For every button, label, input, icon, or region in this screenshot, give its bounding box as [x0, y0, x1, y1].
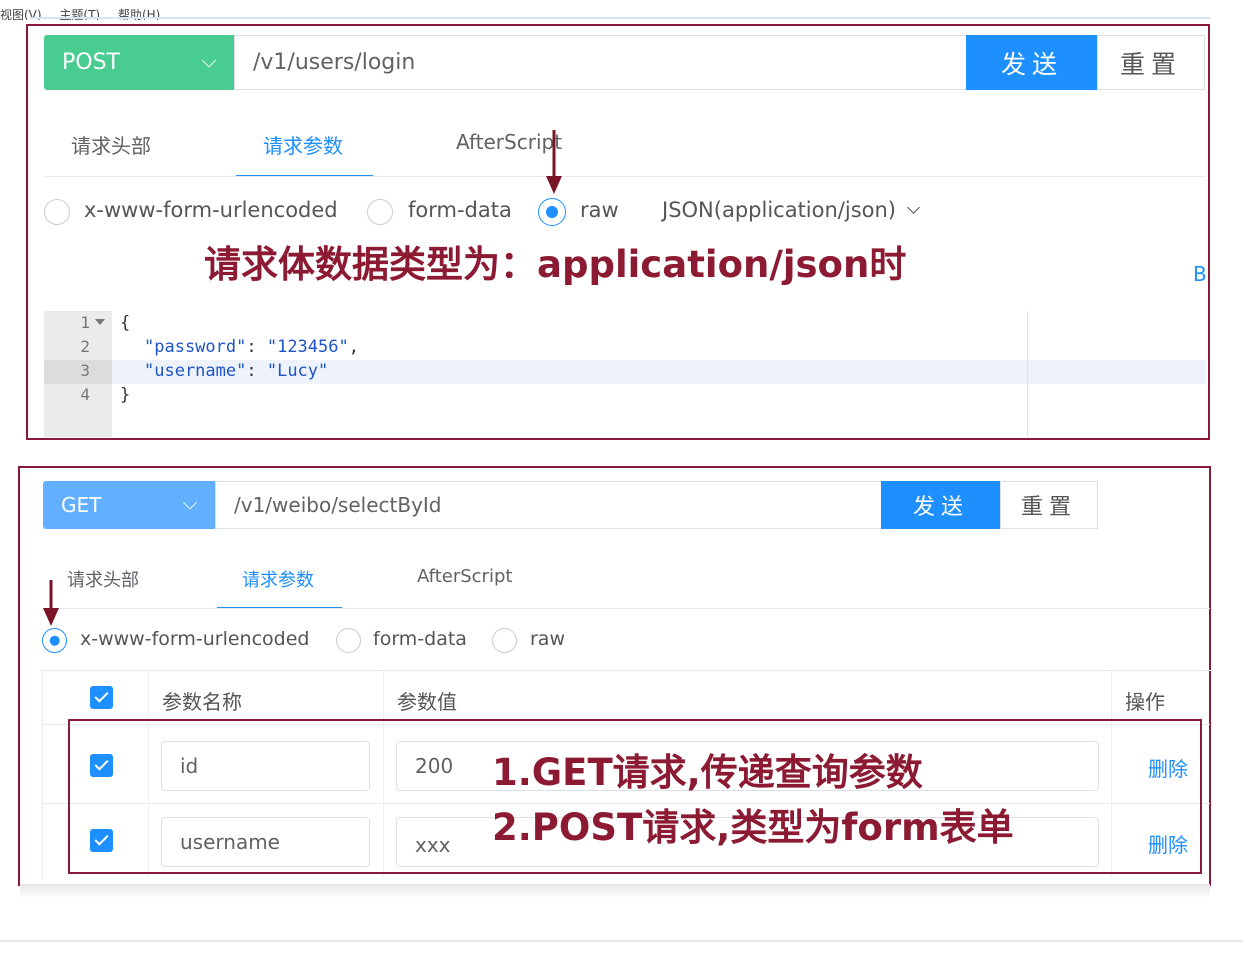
radio-raw[interactable]	[538, 198, 566, 226]
radio-raw[interactable]	[492, 628, 517, 653]
send-button[interactable]: 发送	[966, 35, 1098, 90]
content-type-select[interactable]: JSON(application/json)	[662, 198, 920, 222]
code-close-brace: }	[120, 385, 131, 405]
radio-urlencoded-label: x-www-form-urlencoded	[80, 628, 310, 650]
radio-form-data-label: form-data	[408, 198, 512, 222]
line-number: 3	[80, 361, 90, 380]
tab-request-params[interactable]: 请求参数	[263, 130, 343, 159]
radio-urlencoded[interactable]	[44, 199, 70, 225]
annotation-json: 请求体数据类型为：application/json时	[204, 243, 907, 286]
tab-request-params[interactable]: 请求参数	[242, 566, 314, 592]
method-select-get[interactable]: GET	[43, 481, 215, 529]
radio-raw-label: raw	[580, 198, 619, 222]
method-label: GET	[61, 493, 102, 517]
panel-shadow	[20, 884, 1210, 898]
radio-form-data[interactable]	[336, 628, 361, 653]
radio-form-data[interactable]	[367, 199, 393, 225]
line-number: 1	[80, 313, 90, 332]
annotation-line-1: 1.GET请求,传递查询参数	[492, 751, 923, 794]
method-select-post[interactable]: POST	[44, 35, 234, 90]
line-number: 4	[80, 385, 90, 404]
tabs-divider	[43, 608, 1210, 609]
method-label: POST	[62, 50, 120, 75]
code-value: "123456"	[266, 337, 349, 357]
radio-form-data-label: form-data	[373, 628, 467, 650]
header-actions: 操作	[1125, 690, 1165, 714]
code-key: "password"	[144, 337, 247, 357]
top-divider	[30, 17, 1210, 19]
side-letter: B	[1193, 262, 1207, 286]
code-editor[interactable]: { "password": "123456", "username": "Luc…	[120, 311, 1020, 437]
radio-urlencoded[interactable]	[42, 628, 67, 653]
select-all-checkbox[interactable]	[90, 686, 113, 709]
reset-button[interactable]: 重置	[1097, 35, 1205, 90]
arrow-down-icon	[546, 130, 562, 194]
tab-request-headers[interactable]: 请求头部	[67, 566, 139, 592]
url-input[interactable]: /v1/weibo/selectById	[215, 481, 882, 529]
code-open-brace: {	[120, 313, 131, 333]
chevron-down-icon	[906, 201, 920, 214]
radio-raw-label: raw	[530, 628, 565, 650]
editor-margin-line	[1027, 311, 1028, 437]
header-param-name: 参数名称	[162, 690, 242, 714]
radio-urlencoded-label: x-www-form-urlencoded	[84, 198, 338, 222]
arrow-down-icon	[43, 580, 59, 626]
tab-afterscript[interactable]: AfterScript	[417, 566, 512, 587]
reset-button[interactable]: 重置	[1000, 481, 1098, 529]
tabs-divider	[44, 176, 1206, 177]
code-line-2: "password": "123456",	[144, 337, 359, 357]
code-value: "Lucy"	[266, 361, 329, 381]
url-input[interactable]: /v1/users/login	[234, 35, 967, 90]
fold-arrow-icon[interactable]	[95, 319, 105, 327]
annotation-line-2: 2.POST请求,类型为form表单	[492, 806, 1014, 849]
url-value: /v1/weibo/selectById	[234, 493, 442, 517]
code-key: "username"	[144, 361, 247, 381]
send-button[interactable]: 发送	[881, 481, 1001, 529]
code-line-4: }	[120, 385, 130, 405]
content-type-label: JSON(application/json)	[662, 198, 896, 222]
tab-request-headers[interactable]: 请求头部	[71, 130, 151, 159]
header-param-value: 参数值	[397, 690, 457, 714]
code-line-1: {	[120, 313, 130, 333]
line-number: 2	[80, 337, 90, 356]
code-line-3: "username": "Lucy"	[144, 361, 329, 381]
url-value: /v1/users/login	[253, 50, 416, 75]
chevron-down-icon	[201, 52, 217, 68]
bottom-divider	[0, 940, 1243, 942]
chevron-down-icon	[182, 495, 198, 510]
